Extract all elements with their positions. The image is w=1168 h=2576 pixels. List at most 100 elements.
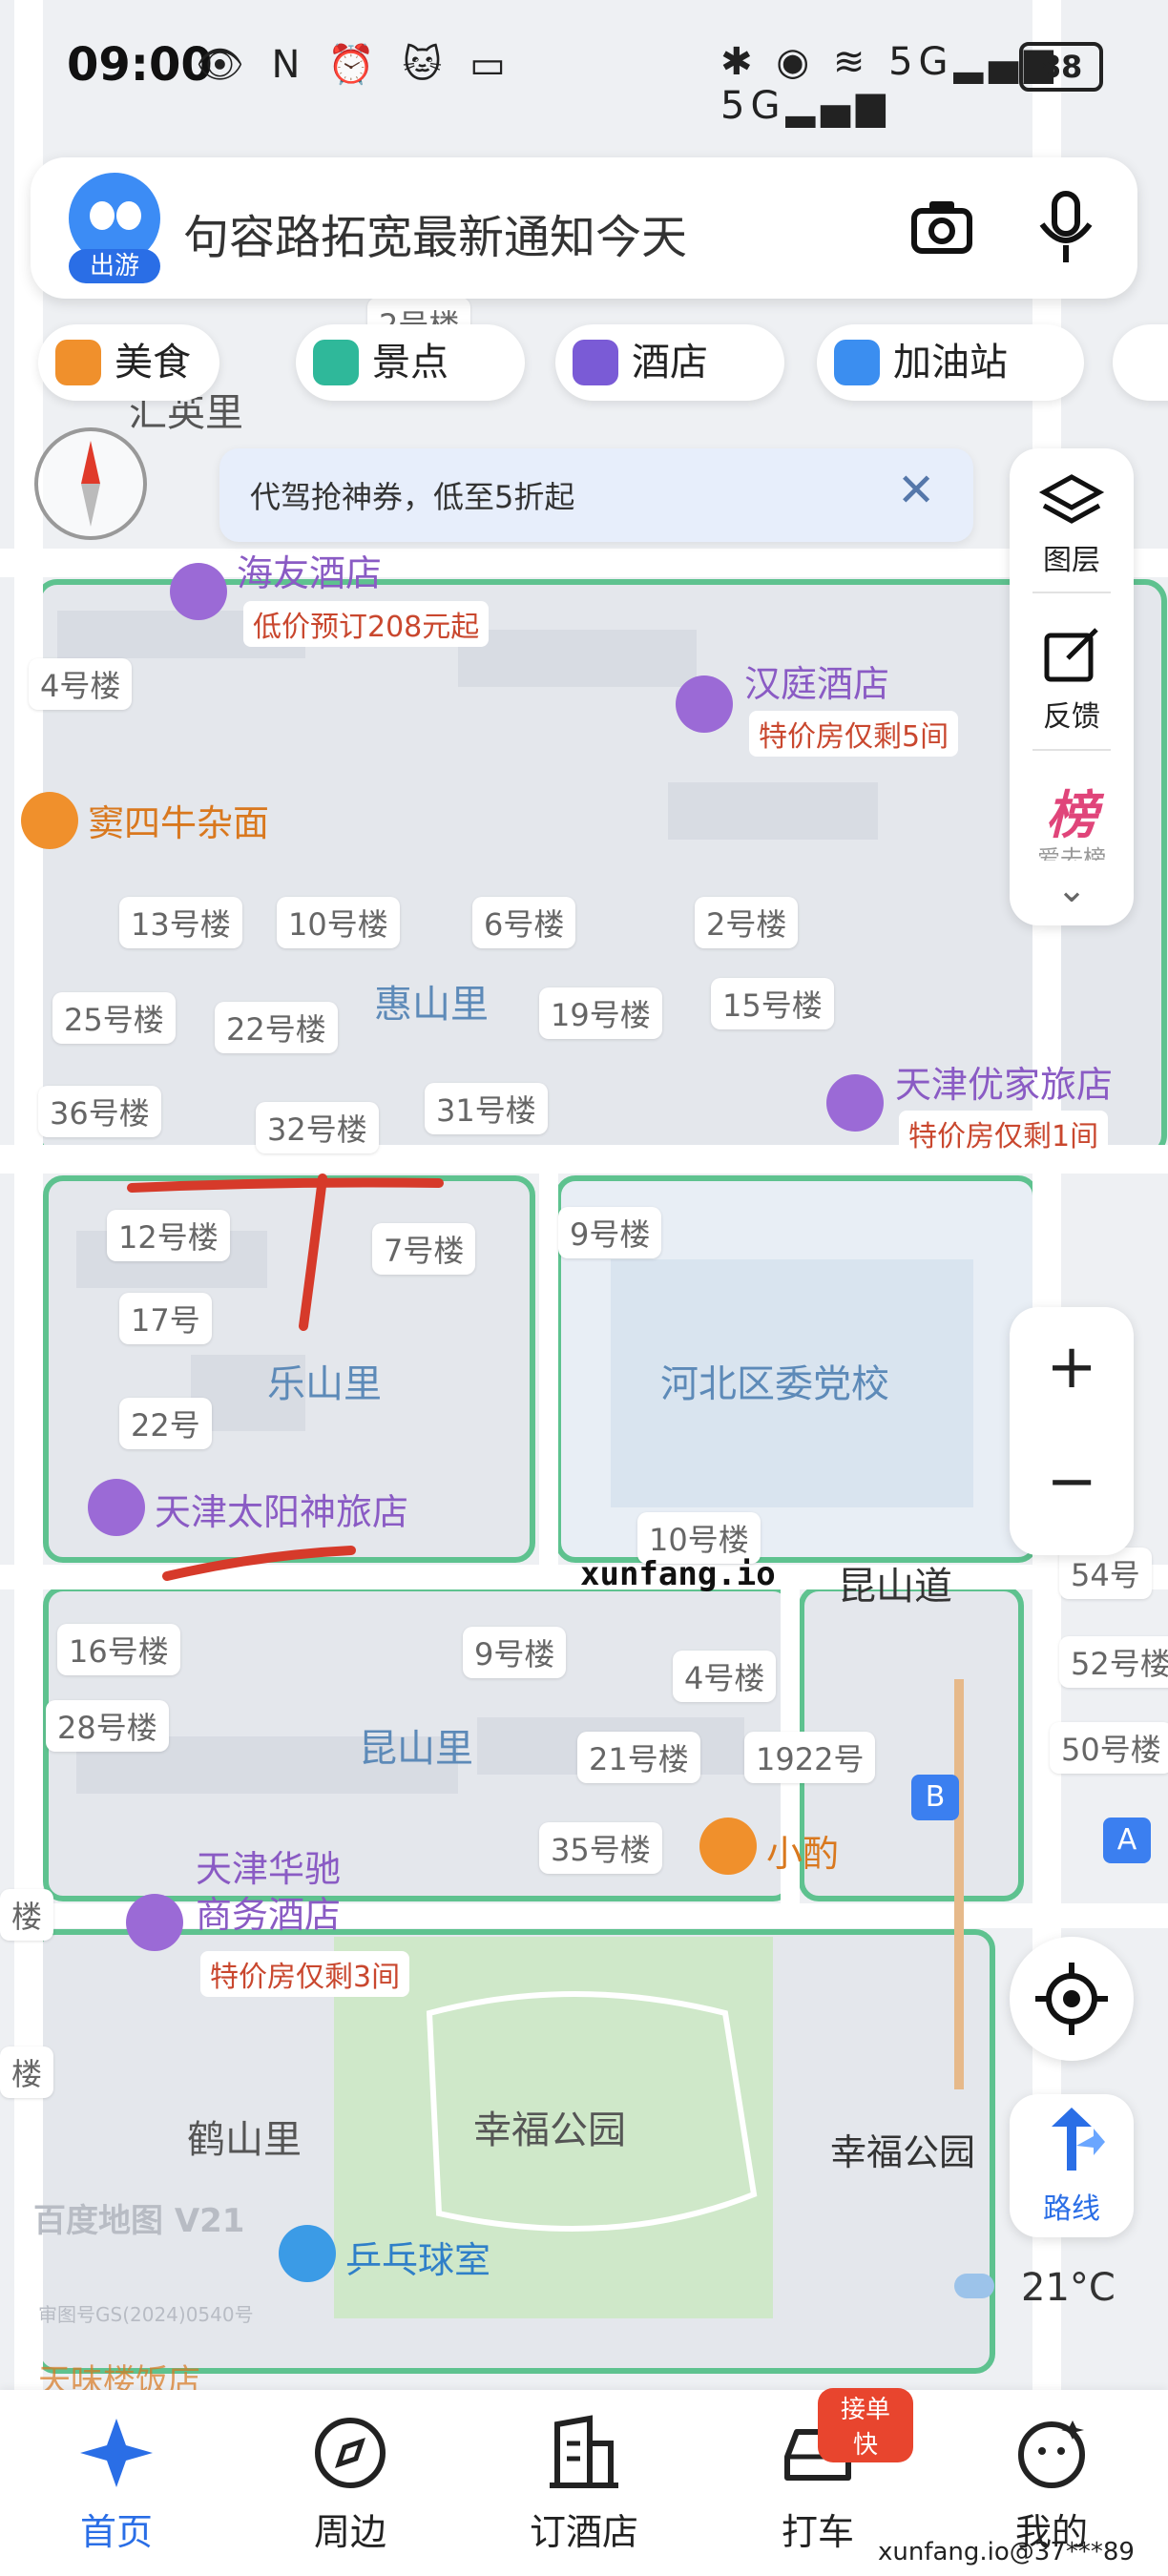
building-label[interactable]: 4号楼 (673, 1651, 777, 1702)
poi-huachi-hotel[interactable]: 天津华驰 商务酒店 (196, 1846, 341, 1938)
search-input[interactable]: 句容路拓宽最新通知今天 (183, 199, 687, 266)
poi-deal-badge: 特价房仅剩3间 (200, 1951, 410, 1997)
building-label[interactable]: 52号楼 (1059, 1636, 1168, 1688)
building-label[interactable]: 16号楼 (57, 1624, 180, 1675)
poi-hanting-hotel[interactable]: 汉庭酒店 (744, 654, 889, 707)
restaurant-pin-icon[interactable] (21, 792, 78, 849)
building-label[interactable]: 10号楼 (277, 897, 400, 948)
area-name-heshanli[interactable]: 鹤山里 (187, 2109, 302, 2164)
building-label[interactable]: 36号楼 (38, 1086, 161, 1137)
road-name-kunshan[interactable]: 昆山道 (838, 1555, 952, 1610)
poi-xiaojiu[interactable]: 小酌 (766, 1824, 839, 1877)
chip-food[interactable]: 美食 (38, 324, 219, 401)
camera-icon[interactable] (908, 194, 975, 260)
building-label[interactable]: 9号楼 (558, 1207, 662, 1258)
bus-stop-a-icon[interactable]: A (1103, 1818, 1151, 1863)
poi-xingfu-park-station[interactable]: 幸福公园 (830, 2123, 975, 2175)
status-notification-icons: 👁 N ⏰ 🐱 ▭ (196, 43, 513, 87)
zoom-out-button[interactable]: − (1010, 1446, 1134, 1517)
promo-banner[interactable]: 代驾抢神券，低至5折起 ✕ (219, 448, 973, 542)
building-label[interactable]: 35号楼 (539, 1822, 662, 1874)
close-icon[interactable]: ✕ (897, 464, 935, 517)
poi-pingpong-room[interactable]: 乒乓球室 (345, 2231, 490, 2283)
building-label[interactable]: 9号楼 (463, 1627, 567, 1678)
map-copyright: 百度地图 V21 (33, 2202, 245, 2240)
rank-icon[interactable]: 榜 (1010, 773, 1134, 848)
nav-nearby[interactable]: 周边 (255, 2390, 446, 2576)
hotel-pin-icon[interactable] (126, 1894, 183, 1951)
route-button[interactable]: 路线 (1010, 2094, 1134, 2237)
chip-label: 景点 (372, 341, 448, 384)
area-name-leshanli[interactable]: 乐山里 (267, 1353, 382, 1408)
search-bar[interactable]: 出游 句容路拓宽最新通知今天 (31, 157, 1137, 299)
building-label[interactable]: 50号楼 (1050, 1722, 1168, 1774)
avatar-mode-tag: 出游 (69, 249, 160, 283)
poi-dousi-noodles[interactable]: 窦四牛杂面 (88, 794, 269, 846)
building-label[interactable]: 28号楼 (46, 1700, 169, 1752)
building-label[interactable]: 2号楼 (695, 897, 799, 948)
hotel-pin-icon[interactable] (170, 563, 227, 620)
nav-label: 首页 (79, 2511, 153, 2553)
nav-home[interactable]: 首页 (21, 2390, 212, 2576)
rank-label[interactable]: 爱去榜 (1010, 840, 1134, 861)
area-name-party-school[interactable]: 河北区委党校 (660, 1353, 889, 1408)
bar-pin-icon[interactable] (699, 1818, 757, 1875)
nav-badge: 接单快 (818, 2388, 913, 2462)
footer-watermark: xunfang.io@37***89 (878, 2538, 1135, 2566)
building-label[interactable]: 12号楼 (107, 1210, 230, 1261)
zoom-in-button[interactable]: + (1010, 1332, 1134, 1402)
promo-banner-text[interactable]: 代驾抢神券，低至5折起 (250, 473, 574, 517)
map-tools-panel: 图层 反馈 榜 爱去榜 ⌄ (1010, 448, 1134, 925)
poi-youjia-hostel[interactable]: 天津优家旅店 (895, 1055, 1113, 1108)
hotel-pin-icon[interactable] (676, 675, 733, 733)
hotel-pin-icon[interactable] (88, 1479, 145, 1536)
hotel-pin-icon[interactable] (826, 1074, 884, 1132)
bus-stop-b-icon[interactable]: B (911, 1775, 959, 1820)
building-label[interactable]: 楼 (0, 2046, 54, 2098)
building-label[interactable]: 13号楼 (119, 897, 242, 948)
building-label[interactable]: 4号楼 (29, 658, 133, 710)
feedback-label[interactable]: 反馈 (1010, 693, 1134, 735)
chip-gas-station[interactable]: 加油站 (817, 324, 1084, 401)
building-label[interactable]: 19号楼 (539, 987, 662, 1039)
feedback-icon[interactable] (1041, 626, 1102, 687)
locate-me-button[interactable] (1010, 1937, 1134, 2061)
layers-icon[interactable] (1038, 473, 1105, 530)
layers-label[interactable]: 图层 (1010, 536, 1134, 578)
area-name-xingfu-park[interactable]: 幸福公园 (473, 2099, 626, 2154)
zoom-control: + − (1010, 1307, 1134, 1555)
chip-hotel[interactable]: 酒店 (555, 324, 784, 401)
area-name-huishanli[interactable]: 惠山里 (374, 973, 489, 1028)
nav-hotel[interactable]: 订酒店 (489, 2390, 679, 2576)
building-label[interactable]: 25号楼 (52, 992, 176, 1044)
face-icon (1018, 2420, 1085, 2488)
building-label[interactable]: 15号楼 (711, 978, 834, 1029)
building-label[interactable]: 22号楼 (215, 1002, 338, 1053)
map-copyright-sub: 审图号GS(2024)0540号 (38, 2303, 254, 2326)
building-label[interactable]: 17号 (119, 1293, 212, 1344)
status-time: 09:00 (67, 38, 213, 92)
weather-temperature[interactable]: 21°C (1021, 2266, 1116, 2310)
poi-taiyangshen-hostel[interactable]: 天津太阳神旅店 (155, 1483, 408, 1535)
area-name-kunshanli[interactable]: 昆山里 (359, 1717, 473, 1773)
building-label[interactable]: 21号楼 (577, 1732, 700, 1783)
sports-pin-icon[interactable] (279, 2225, 336, 2282)
building-label[interactable]: 楼 (0, 1889, 54, 1941)
building-label[interactable]: 7号楼 (372, 1223, 476, 1275)
microphone-icon[interactable] (1032, 190, 1099, 266)
compass-icon[interactable] (34, 427, 147, 540)
chip-label: 酒店 (632, 341, 708, 384)
building-label[interactable]: 6号楼 (472, 897, 576, 948)
poi-haiyou-hotel[interactable]: 海友酒店 (237, 544, 382, 596)
chevron-down-icon[interactable]: ⌄ (1010, 868, 1134, 910)
route-arrow-icon (1052, 2108, 1105, 2171)
chip-scenic[interactable]: 景点 (296, 324, 525, 401)
scenic-icon (313, 340, 359, 385)
gas-station-icon (834, 340, 880, 385)
building-label[interactable]: 32号楼 (256, 1102, 379, 1153)
chip-label: 美食 (115, 341, 191, 384)
building-label[interactable]: 22号 (119, 1398, 212, 1449)
building-label[interactable]: 31号楼 (425, 1083, 548, 1134)
building-label[interactable]: 1922号 (744, 1732, 876, 1783)
building-label[interactable]: 54号 (1059, 1548, 1152, 1599)
